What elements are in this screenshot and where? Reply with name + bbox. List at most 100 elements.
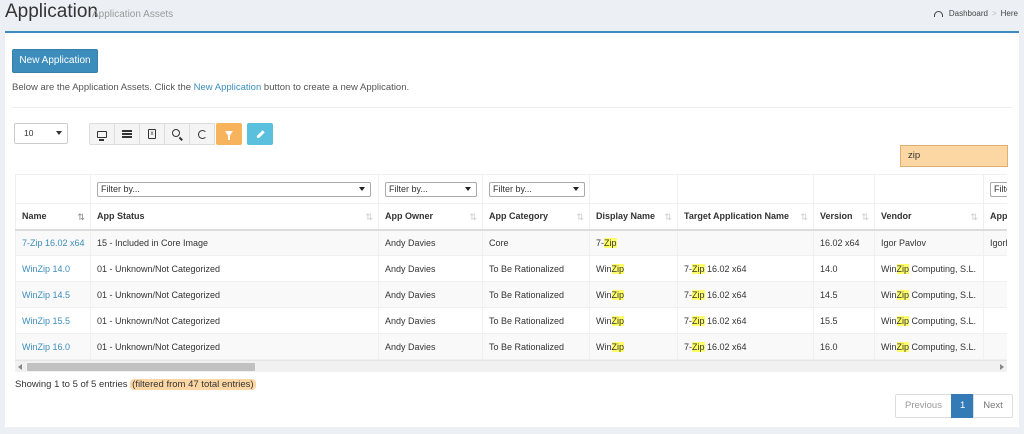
cell-app-status: 01 - Unknown/Not Categorized (90, 307, 379, 334)
column-header-version[interactable]: Version ⇅ (813, 203, 875, 231)
cell-vendor: Igor Pavlov (874, 229, 984, 256)
cell-text: Win (881, 263, 897, 274)
search-highlight: Zip (611, 289, 625, 300)
edit-button[interactable] (247, 123, 273, 145)
cell-app-category: To Be Rationalized (482, 255, 590, 282)
cell-app-category: To Be Rationalized (482, 307, 590, 334)
filter-cell-empty (874, 174, 984, 204)
cell-vendor: WinZip Computing, S.L. (874, 281, 984, 308)
chevron-down-icon (573, 186, 579, 191)
scroll-left-icon[interactable] (18, 364, 22, 370)
column-header-display-name[interactable]: Display Name ⇅ (589, 203, 678, 231)
refresh-button[interactable] (189, 123, 215, 145)
header-row: Name ⇅ App Status ⇅ App Owner ⇅ App Categor… (15, 203, 1007, 231)
divider (12, 107, 1012, 108)
cell-target-application-name: 7-Zip 16.02 x64 (677, 307, 814, 334)
column-header-target-application-name[interactable]: Target Application Name ⇅ (677, 203, 814, 231)
zoom-button[interactable] (164, 123, 190, 145)
scroll-right-icon[interactable] (1000, 364, 1004, 370)
sort-icon: ⇅ (365, 212, 373, 222)
sort-icon: ⇅ (861, 212, 869, 222)
search-highlight: Zip (611, 341, 625, 352)
entries-count: Showing 1 to 5 of 5 entries (15, 379, 128, 390)
column-label: App Category (489, 211, 549, 222)
cell-version: 16.02 x64 (813, 229, 875, 256)
cell-app-id (983, 333, 1007, 360)
cell-app-category: Core (482, 229, 590, 256)
filtered-badge: (filtered from 47 total entries) (130, 379, 256, 390)
cell-target-application-name (677, 229, 814, 256)
new-application-link[interactable]: New Application (194, 82, 262, 93)
cell-target-application-name: 7-Zip 16.02 x64 (677, 255, 814, 282)
application-name-link[interactable]: WinZip 16.0 (22, 342, 70, 352)
column-header-name[interactable]: Name ⇅ (15, 203, 91, 231)
column-header-vendor[interactable]: Vendor ⇅ (874, 203, 984, 231)
column-header-app-owner[interactable]: App Owner ⇅ (378, 203, 483, 231)
page-1-button[interactable]: 1 (950, 394, 975, 418)
page-length-select[interactable]: 10 (14, 123, 68, 144)
cell-app-owner: Andy Davies (378, 255, 483, 282)
cell-app-owner: Andy Davies (378, 333, 483, 360)
cell-app-owner: Andy Davies (378, 281, 483, 308)
list-view-button[interactable] (114, 123, 140, 145)
table-row[interactable]: WinZip 14.0 01 - Unknown/Not Categorized A… (15, 255, 1007, 282)
application-name-link[interactable]: WinZip 14.5 (22, 290, 70, 300)
table-row[interactable]: WinZip 16.0 01 - Unknown/Not Categorized A… (15, 333, 1007, 360)
page-length-value: 10 (24, 128, 34, 138)
cell-target-application-name: 7-Zip 16.02 x64 (677, 333, 814, 360)
cell-text: Win (881, 315, 897, 326)
cell-text: 16.02 x64 (704, 289, 747, 300)
application-name-link[interactable]: WinZip 14.0 (22, 264, 70, 274)
page-subtitle: Application Assets (92, 9, 174, 20)
new-application-button[interactable]: New Application (12, 49, 98, 73)
cell-app-id (983, 255, 1007, 282)
breadcrumb-here: Here (1000, 9, 1018, 18)
page-title: Application (5, 1, 98, 22)
search-highlight: Zip (896, 315, 910, 326)
chevron-down-icon (465, 186, 471, 191)
horizontal-scrollbar[interactable] (15, 360, 1007, 372)
cell-text: Igor Pavlov (881, 237, 927, 248)
application-name-link[interactable]: 7-Zip 16.02 x64 (22, 238, 85, 248)
cell-text: Win (881, 341, 897, 352)
filter-button[interactable] (216, 123, 242, 145)
filter-icon (225, 131, 233, 140)
previous-page-button[interactable]: Previous (895, 394, 952, 418)
cell-text: Win (881, 289, 897, 300)
breadcrumb-dashboard[interactable]: Dashboard (949, 9, 988, 18)
app-owner-filter[interactable]: Filter by... (385, 181, 477, 197)
zoom-icon (172, 129, 180, 137)
filter-cell-empty (15, 174, 91, 204)
cell-text: Win (596, 263, 612, 274)
cell-display-name: WinZip (589, 333, 678, 360)
next-page-button[interactable]: Next (973, 394, 1013, 418)
cell-app-status: 01 - Unknown/Not Categorized (90, 333, 379, 360)
export-excel-button[interactable]: x (139, 123, 165, 145)
cell-name: WinZip 15.5 (15, 307, 91, 334)
cell-text: 16.02 x64 (704, 341, 747, 352)
application-name-link[interactable]: WinZip 15.5 (22, 316, 70, 326)
table-row[interactable]: 7-Zip 16.02 x64 15 - Included in Core Ima… (15, 229, 1007, 256)
filter-row: Filter by... Filter by... Filter by... F… (15, 174, 1007, 204)
cell-text: 7- (684, 315, 693, 326)
column-header-app-status[interactable]: App Status ⇅ (90, 203, 379, 231)
scrollbar-thumb[interactable] (27, 363, 255, 371)
cell-text: Win (596, 289, 612, 300)
app-status-filter[interactable]: Filter by... (97, 181, 371, 197)
app-category-filter[interactable]: Filter by... (489, 181, 585, 197)
table-row[interactable]: WinZip 15.5 01 - Unknown/Not Categorized A… (15, 307, 1007, 334)
filter-placeholder: Filter by... (493, 183, 532, 194)
column-header-app-id[interactable]: App I (983, 203, 1007, 231)
cell-text: Computing, S.L. (909, 341, 977, 352)
search-highlight: Zip (896, 263, 910, 274)
cell-text: 7- (596, 237, 605, 248)
search-input[interactable]: zip (900, 145, 1008, 167)
cell-text: Computing, S.L. (909, 315, 977, 326)
column-visibility-button[interactable] (89, 123, 115, 145)
applications-table-wrapper: Filter by... Filter by... Filter by... F… (15, 174, 1007, 372)
column-header-app-category[interactable]: App Category ⇅ (482, 203, 590, 231)
column-label: Version (820, 211, 853, 222)
app-id-filter[interactable]: Filte (990, 181, 1007, 197)
sort-icon: ⇅ (800, 212, 808, 222)
table-row[interactable]: WinZip 14.5 01 - Unknown/Not Categorized A… (15, 281, 1007, 308)
